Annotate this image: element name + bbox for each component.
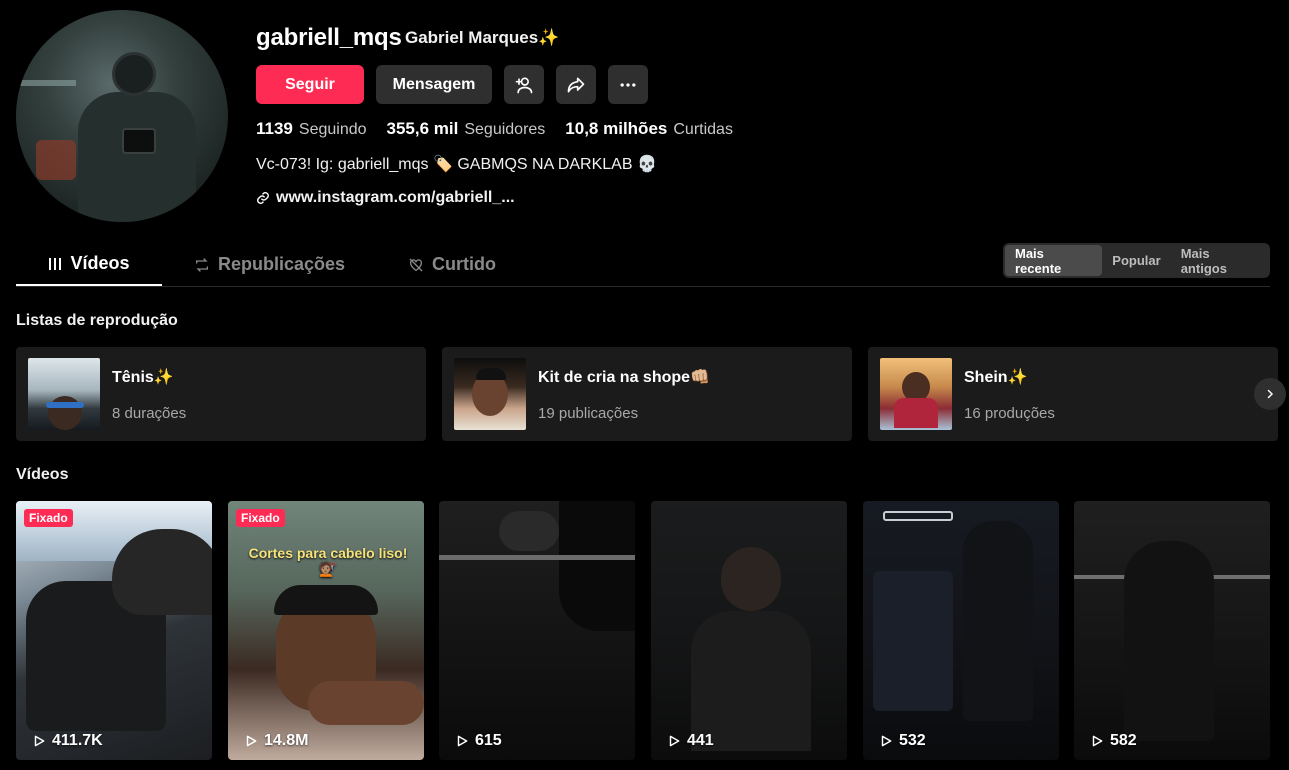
pinned-badge: Fixado (236, 509, 285, 527)
playlist-card[interactable]: Kit de cria na shope👊🏼 19 publicações (442, 347, 852, 441)
avatar-figure-head (112, 52, 156, 96)
following-label[interactable]: Seguindo (299, 121, 367, 139)
videos-heading: Vídeos (16, 466, 69, 483)
view-count-text: 14.8M (264, 732, 309, 749)
video-caption: Cortes para cabelo liso! 💇🏽 (248, 545, 408, 577)
video-ceiling-light (883, 511, 953, 521)
view-count-text: 615 (475, 732, 502, 749)
video-card[interactable]: 615 (439, 501, 635, 760)
play-icon (246, 735, 257, 747)
playlist-thumbnail (880, 358, 952, 430)
grid-icon (49, 257, 62, 270)
playlist-count: 16 produções (964, 405, 1055, 422)
tab-liked-label: Curtido (432, 254, 496, 274)
video-card[interactable]: 532 (863, 501, 1059, 760)
message-button[interactable]: Mensagem (376, 65, 492, 104)
thumb-shirt (894, 398, 938, 428)
link-icon (257, 192, 269, 204)
tab-reposts-label: Republicações (218, 254, 346, 274)
video-gym-machine (873, 571, 953, 711)
view-count-text: 532 (899, 732, 926, 749)
view-count: 615 (455, 732, 502, 750)
playlist-name: Kit de cria na shope👊🏼 (538, 369, 710, 386)
video-torso (691, 611, 811, 751)
playlists-heading: Listas de reprodução (16, 312, 178, 329)
bio: Vc-073! Ig: gabriell_mqs 🏷️ GABMQS NA DA… (256, 156, 657, 173)
sort-popular[interactable]: Popular (1102, 245, 1170, 276)
playlist-thumbnail (28, 358, 100, 430)
avatar-camera (122, 128, 156, 154)
play-icon (34, 735, 45, 747)
view-count-text: 441 (687, 732, 714, 749)
view-count: 411.7K (32, 732, 103, 750)
likes-label: Curtidas (673, 121, 733, 138)
video-barbell (439, 555, 635, 560)
username: gabriell_mqs (256, 24, 402, 51)
sort-oldest[interactable]: Mais antigos (1171, 245, 1268, 276)
more-options-button[interactable] (608, 65, 648, 104)
playlist-name: Shein✨ (964, 369, 1028, 386)
profile-page: gabriell_mqs Gabriel Marques✨ Seguir Men… (0, 0, 1289, 770)
thumb-sunglasses (46, 402, 84, 408)
video-card[interactable]: Fixado Cortes para cabelo liso! 💇🏽 14.8M (228, 501, 424, 760)
profile-link-text[interactable]: www.instagram.com/gabriell_... (276, 189, 515, 207)
avatar-bg-equipment (36, 140, 76, 180)
playlist-count: 19 publicações (538, 405, 639, 422)
tab-reposts[interactable]: Republicações (194, 243, 345, 286)
follow-button[interactable]: Seguir (256, 65, 364, 104)
playlist-count: 8 durações (112, 405, 187, 422)
chevron-right-icon (1267, 389, 1274, 399)
play-icon (881, 735, 892, 747)
following-count[interactable]: 1139 (256, 119, 293, 139)
share-icon (567, 77, 585, 92)
video-person-cap (112, 529, 212, 615)
video-person (1124, 541, 1214, 741)
followers-count[interactable]: 355,6 mil (387, 119, 459, 139)
playlist-card[interactable]: Shein✨ 16 produções (868, 347, 1278, 441)
tab-videos-label: Vídeos (70, 253, 130, 273)
play-icon (457, 735, 468, 747)
avatar[interactable] (16, 10, 228, 222)
video-hand (308, 681, 424, 725)
video-card[interactable]: Fixado 411.7K (16, 501, 212, 760)
view-count: 582 (1090, 732, 1137, 750)
sort-latest[interactable]: Mais recente (1005, 245, 1103, 276)
suggest-accounts-button[interactable] (504, 65, 544, 104)
thumb-hair (476, 368, 506, 380)
video-card[interactable]: 582 (1074, 501, 1270, 760)
play-icon (1092, 735, 1103, 747)
followers-label[interactable]: Seguidores (464, 121, 545, 139)
likes-count: 10,8 milhões (565, 119, 668, 138)
repost-icon (196, 257, 208, 272)
video-card[interactable]: 441 (651, 501, 847, 760)
video-person (499, 511, 559, 551)
view-count: 532 (879, 732, 926, 750)
tab-videos[interactable]: Vídeos (16, 243, 162, 286)
view-count: 14.8M (244, 732, 308, 750)
video-head (721, 547, 781, 611)
share-button[interactable] (556, 65, 596, 104)
sort-toggle: Mais recente Popular Mais antigos (1003, 243, 1270, 278)
display-name: Gabriel Marques✨ (405, 28, 560, 47)
profile-stats: 1139 Seguindo 355,6 mil Seguidores 10,8 … (256, 119, 753, 139)
video-hair (274, 585, 378, 615)
add-friend-icon (515, 77, 533, 93)
more-icon (620, 82, 636, 87)
video-weight-plates (559, 501, 635, 631)
video-person (963, 521, 1033, 721)
avatar-bg-light (16, 80, 76, 86)
playlist-thumbnail (454, 358, 526, 430)
playlists-next-button[interactable] (1254, 378, 1286, 410)
view-count-text: 411.7K (52, 732, 103, 749)
play-icon (669, 735, 680, 747)
tab-liked[interactable]: Curtido (408, 243, 496, 286)
profile-link[interactable]: www.instagram.com/gabriell_... (256, 189, 515, 207)
playlist-card[interactable]: Tênis✨ 8 durações (16, 347, 426, 441)
playlist-name: Tênis✨ (112, 369, 174, 386)
heart-hidden-icon (409, 258, 423, 271)
avatar-figure-body (78, 92, 196, 222)
view-count: 441 (667, 732, 714, 750)
pinned-badge: Fixado (24, 509, 73, 527)
view-count-text: 582 (1110, 732, 1137, 749)
